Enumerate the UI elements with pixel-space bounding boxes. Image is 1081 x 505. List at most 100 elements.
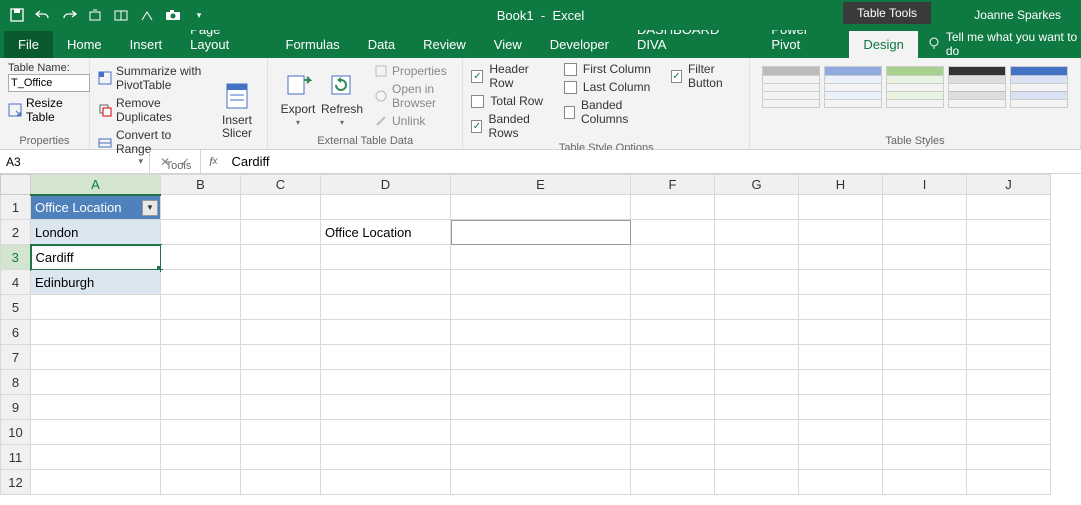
cell-B8[interactable] (161, 370, 241, 395)
cell-C2[interactable] (241, 220, 321, 245)
cell-G5[interactable] (715, 295, 799, 320)
cell-E10[interactable] (451, 420, 631, 445)
cell-J1[interactable] (967, 195, 1051, 220)
cell-G4[interactable] (715, 270, 799, 295)
qat-customize-icon[interactable]: ▾ (188, 4, 210, 26)
row-header-10[interactable]: 10 (1, 420, 31, 445)
chk-last-column[interactable]: Last Column (564, 80, 657, 94)
cell-D6[interactable] (321, 320, 451, 345)
cell-B4[interactable] (161, 270, 241, 295)
cell-E1[interactable] (451, 195, 631, 220)
cell-G6[interactable] (715, 320, 799, 345)
tab-design[interactable]: Design (849, 31, 917, 58)
cell-H12[interactable] (799, 470, 883, 495)
enter-icon[interactable]: ✓ (180, 155, 190, 169)
cell-D1[interactable] (321, 195, 451, 220)
row-header-9[interactable]: 9 (1, 395, 31, 420)
filter-dropdown-icon[interactable]: ▼ (142, 200, 158, 216)
column-header-C[interactable]: C (241, 175, 321, 195)
row-header-8[interactable]: 8 (1, 370, 31, 395)
row-header-7[interactable]: 7 (1, 345, 31, 370)
cell-J4[interactable] (967, 270, 1051, 295)
tab-home[interactable]: Home (53, 31, 116, 58)
row-header-5[interactable]: 5 (1, 295, 31, 320)
row-header-1[interactable]: 1 (1, 195, 31, 220)
cell-D4[interactable] (321, 270, 451, 295)
tab-view[interactable]: View (480, 31, 536, 58)
cell-G10[interactable] (715, 420, 799, 445)
cell-H7[interactable] (799, 345, 883, 370)
cell-I12[interactable] (883, 470, 967, 495)
cell-A6[interactable] (31, 320, 161, 345)
cell-I2[interactable] (883, 220, 967, 245)
cell-B3[interactable] (161, 245, 241, 270)
cell-A11[interactable] (31, 445, 161, 470)
cell-A10[interactable] (31, 420, 161, 445)
camera-icon[interactable] (162, 4, 184, 26)
cell-A4[interactable]: Edinburgh (31, 270, 161, 295)
cell-A1[interactable]: Office Location▼ (31, 195, 161, 220)
column-header-B[interactable]: B (161, 175, 241, 195)
table-style-thumb[interactable] (886, 66, 944, 108)
tab-insert[interactable]: Insert (116, 31, 177, 58)
cell-C10[interactable] (241, 420, 321, 445)
cell-E4[interactable] (451, 270, 631, 295)
cell-E2[interactable] (451, 220, 631, 245)
table-name-input[interactable] (8, 74, 90, 92)
cell-G7[interactable] (715, 345, 799, 370)
cell-C7[interactable] (241, 345, 321, 370)
cell-E6[interactable] (451, 320, 631, 345)
formula-input[interactable] (225, 150, 1081, 173)
cell-B1[interactable] (161, 195, 241, 220)
name-box[interactable]: A3 ▾ (0, 150, 150, 173)
save-icon[interactable] (6, 4, 28, 26)
table-style-thumb[interactable] (824, 66, 882, 108)
cell-H11[interactable] (799, 445, 883, 470)
tab-developer[interactable]: Developer (536, 31, 623, 58)
tab-file[interactable]: File (4, 31, 53, 58)
tab-review[interactable]: Review (409, 31, 480, 58)
cell-F5[interactable] (631, 295, 715, 320)
cell-F11[interactable] (631, 445, 715, 470)
chk-banded-columns[interactable]: Banded Columns (564, 98, 657, 126)
cell-E3[interactable] (451, 245, 631, 270)
cell-D7[interactable] (321, 345, 451, 370)
column-header-H[interactable]: H (799, 175, 883, 195)
cell-J7[interactable] (967, 345, 1051, 370)
column-header-A[interactable]: A (31, 175, 161, 195)
cell-I9[interactable] (883, 395, 967, 420)
cell-A7[interactable] (31, 345, 161, 370)
cell-E12[interactable] (451, 470, 631, 495)
qat-btn-2[interactable] (110, 4, 132, 26)
cell-H3[interactable] (799, 245, 883, 270)
cell-I5[interactable] (883, 295, 967, 320)
cell-G11[interactable] (715, 445, 799, 470)
cell-C11[interactable] (241, 445, 321, 470)
cell-D2[interactable]: Office Location (321, 220, 451, 245)
insert-slicer-button[interactable]: Insert Slicer (215, 62, 259, 158)
cell-C6[interactable] (241, 320, 321, 345)
cell-H9[interactable] (799, 395, 883, 420)
cell-J3[interactable] (967, 245, 1051, 270)
cell-A5[interactable] (31, 295, 161, 320)
cell-I7[interactable] (883, 345, 967, 370)
cell-F10[interactable] (631, 420, 715, 445)
cell-A3[interactable]: Cardiff (31, 245, 161, 270)
cell-D11[interactable] (321, 445, 451, 470)
cell-G3[interactable] (715, 245, 799, 270)
cell-C8[interactable] (241, 370, 321, 395)
row-header-3[interactable]: 3 (1, 245, 31, 270)
cell-B11[interactable] (161, 445, 241, 470)
cell-I3[interactable] (883, 245, 967, 270)
cell-A12[interactable] (31, 470, 161, 495)
row-header-12[interactable]: 12 (1, 470, 31, 495)
cell-F1[interactable] (631, 195, 715, 220)
user-name[interactable]: Joanne Sparkes (974, 8, 1061, 22)
cell-I1[interactable] (883, 195, 967, 220)
cell-J9[interactable] (967, 395, 1051, 420)
cell-D12[interactable] (321, 470, 451, 495)
cancel-icon[interactable]: ✕ (160, 155, 170, 169)
cell-D8[interactable] (321, 370, 451, 395)
cell-C9[interactable] (241, 395, 321, 420)
cell-E7[interactable] (451, 345, 631, 370)
